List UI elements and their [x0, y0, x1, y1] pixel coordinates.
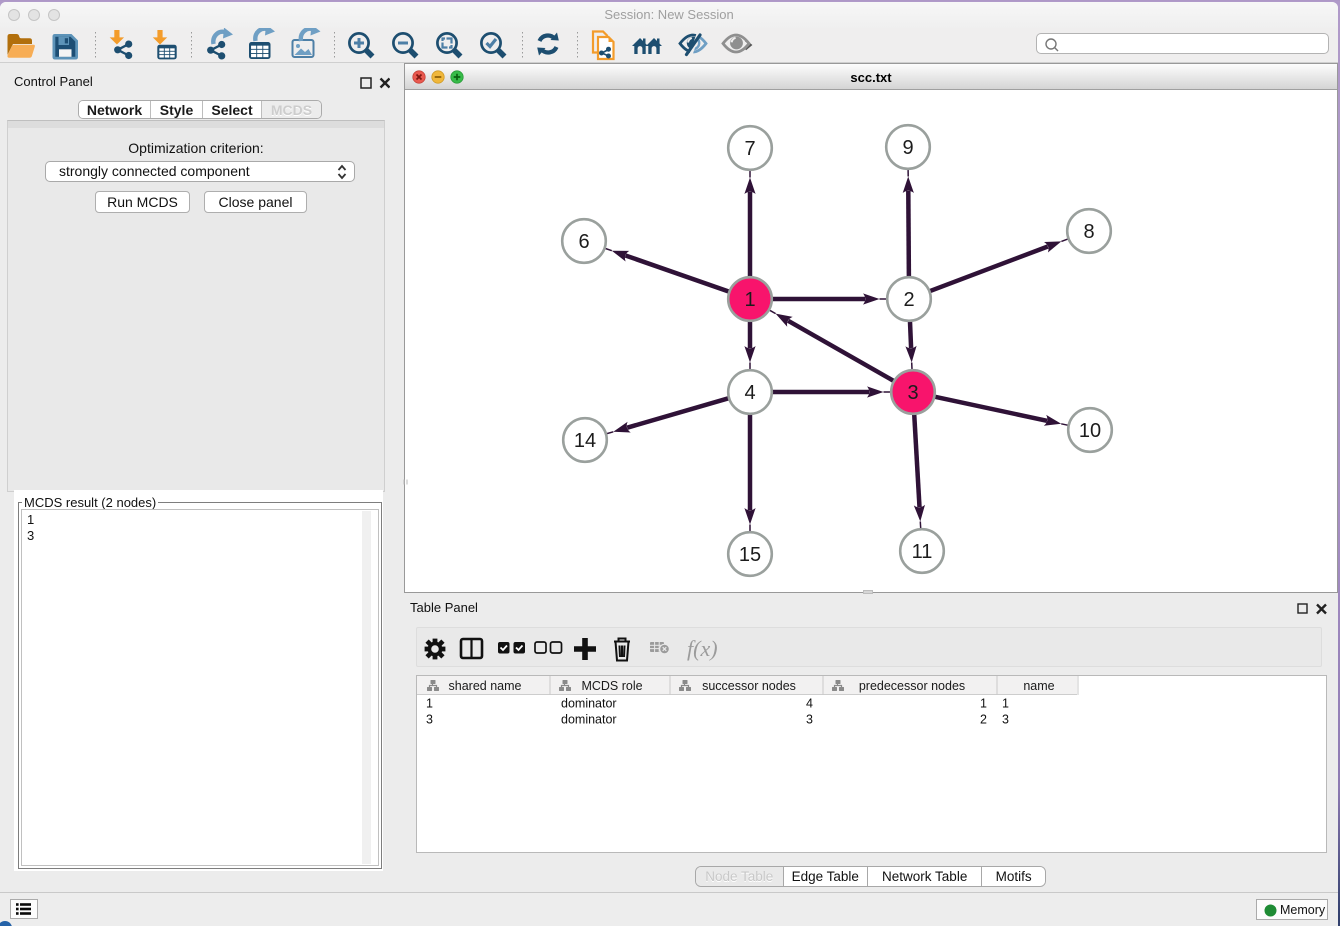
svg-text:3: 3 [1002, 713, 1009, 727]
svg-text:1: 1 [1002, 697, 1009, 711]
svg-text:MCDS role: MCDS role [581, 679, 642, 693]
svg-text:2: 2 [903, 289, 914, 311]
svg-text:4: 4 [806, 697, 813, 711]
svg-text:successor nodes: successor nodes [702, 679, 796, 693]
svg-text:7: 7 [744, 138, 755, 160]
svg-text:2: 2 [980, 713, 987, 727]
svg-text:9: 9 [902, 137, 913, 159]
svg-text:f(x): f(x) [687, 636, 717, 661]
svg-text:dominator: dominator [561, 713, 617, 727]
svg-text:3: 3 [907, 382, 918, 404]
svg-text:name: name [1023, 679, 1054, 693]
svg-text:4: 4 [744, 382, 755, 404]
svg-text:predecessor nodes: predecessor nodes [859, 679, 965, 693]
svg-text:10: 10 [1079, 420, 1101, 442]
svg-text:3: 3 [806, 713, 813, 727]
svg-text:3: 3 [426, 713, 433, 727]
svg-text:15: 15 [739, 544, 761, 566]
svg-text:11: 11 [912, 541, 933, 563]
svg-text:14: 14 [574, 430, 596, 452]
svg-text:1: 1 [744, 289, 755, 311]
svg-text:6: 6 [578, 231, 589, 253]
svg-text:1: 1 [426, 697, 433, 711]
svg-text:dominator: dominator [561, 697, 617, 711]
svg-text:8: 8 [1083, 221, 1094, 243]
svg-text:1: 1 [980, 697, 987, 711]
svg-text:shared name: shared name [449, 679, 522, 693]
